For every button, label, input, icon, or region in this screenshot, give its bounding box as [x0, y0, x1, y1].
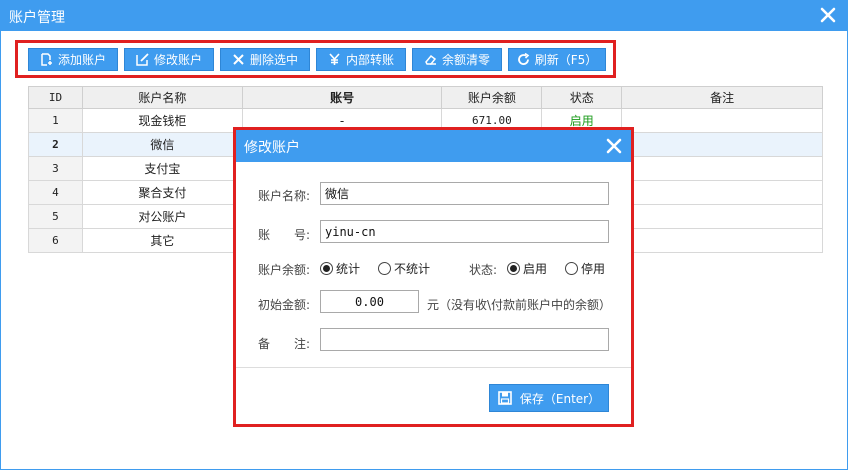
add-account-button[interactable]: 添加账户 [28, 48, 118, 71]
add-account-label: 添加账户 [57, 53, 106, 67]
balance-nocount-label: 不统计 [394, 262, 431, 276]
status-on-label: 启用 [523, 262, 548, 276]
row-note [621, 204, 823, 229]
edit-icon [136, 53, 149, 66]
dialog-title: 修改账户 [244, 140, 300, 156]
status-off-label: 停用 [581, 262, 606, 276]
status-label: 状态: [469, 263, 498, 277]
column-header-account[interactable]: 账号 [241, 86, 443, 109]
row-note [621, 108, 823, 133]
row-note [621, 228, 823, 253]
account-number-input[interactable] [320, 220, 609, 243]
save-button-label: 保存（Enter） [519, 391, 601, 406]
account-name-label: 账户名称: [258, 189, 311, 203]
balance-count-label: 统计 [336, 262, 361, 276]
column-header-name[interactable]: 账户名称 [81, 86, 243, 109]
save-button[interactable]: 保存（Enter） [489, 384, 609, 412]
row-name: 现金钱柜 [81, 108, 243, 133]
clear-balance-label: 余额清零 [441, 53, 490, 67]
row-id: 2 [28, 132, 83, 157]
row-note [621, 180, 823, 205]
radio-checked-icon [320, 262, 333, 275]
balance-mode-label: 账户余额: [258, 263, 311, 277]
balance-count-radio[interactable]: 统计 [320, 260, 360, 277]
account-management-window: 账户管理 添加账户 修改账户 删除选中 内部转账 余额清零 刷新（F5） ID … [0, 0, 848, 470]
initial-amount-label: 初始金额: [258, 298, 311, 312]
dialog-close-icon[interactable] [603, 135, 625, 157]
radio-checked-icon [507, 262, 520, 275]
note-label-b: 注: [294, 337, 311, 351]
note-label-a: 备 [258, 337, 271, 351]
delete-x-icon [233, 54, 244, 65]
initial-amount-input[interactable] [320, 290, 419, 313]
window-title: 账户管理 [9, 10, 65, 26]
radio-unchecked-icon [378, 262, 391, 275]
file-add-icon [41, 53, 52, 66]
dialog-divider [236, 367, 631, 368]
row-id: 3 [28, 156, 83, 181]
refresh-icon [517, 53, 529, 65]
refresh-button[interactable]: 刷新（F5） [508, 48, 606, 71]
note-input[interactable] [320, 328, 609, 351]
row-name: 对公账户 [81, 204, 243, 229]
row-id: 4 [28, 180, 83, 205]
column-header-note[interactable]: 备注 [621, 86, 823, 109]
balance-nocount-radio[interactable]: 不统计 [378, 260, 430, 277]
row-name: 其它 [81, 228, 243, 253]
window-titlebar: 账户管理 [1, 1, 847, 31]
delete-selected-button[interactable]: 删除选中 [220, 48, 310, 71]
column-header-balance[interactable]: 账户余额 [441, 86, 543, 109]
table-header-row: ID 账户名称 账号 账户余额 状态 备注 [28, 86, 823, 109]
save-disk-icon [498, 391, 512, 405]
toolbar: 添加账户 修改账户 删除选中 内部转账 余额清零 刷新（F5） [15, 40, 616, 78]
row-note [621, 132, 823, 157]
refresh-label: 刷新（F5） [534, 53, 598, 67]
internal-transfer-button[interactable]: 内部转账 [316, 48, 406, 71]
column-header-status[interactable]: 状态 [541, 86, 623, 109]
account-name-input[interactable] [320, 182, 609, 205]
edit-account-button[interactable]: 修改账户 [124, 48, 214, 71]
row-id: 5 [28, 204, 83, 229]
account-number-label-b: 号: [294, 228, 311, 242]
yen-icon [329, 53, 340, 65]
status-on-radio[interactable]: 启用 [507, 260, 547, 277]
status-off-radio[interactable]: 停用 [565, 260, 605, 277]
window-close-icon[interactable] [817, 4, 839, 26]
internal-transfer-label: 内部转账 [345, 53, 394, 67]
delete-selected-label: 删除选中 [249, 53, 298, 67]
row-name: 支付宝 [81, 156, 243, 181]
initial-amount-hint: 元（没有收\付款前账户中的余额） [427, 298, 612, 312]
row-id: 1 [28, 108, 83, 133]
account-number-label-a: 账 [258, 228, 271, 242]
edit-account-label: 修改账户 [153, 53, 202, 67]
row-note [621, 156, 823, 181]
column-header-id[interactable]: ID [28, 86, 83, 109]
eraser-icon [425, 54, 437, 65]
edit-account-dialog: 修改账户 账户名称: 账 号: 账户余额: 统计 不统计 状态: 启用 停用 初… [233, 127, 634, 427]
row-id: 6 [28, 228, 83, 253]
row-name: 微信 [81, 132, 243, 157]
clear-balance-button[interactable]: 余额清零 [412, 48, 502, 71]
row-name: 聚合支付 [81, 180, 243, 205]
radio-unchecked-icon [565, 262, 578, 275]
dialog-titlebar: 修改账户 [236, 130, 631, 162]
